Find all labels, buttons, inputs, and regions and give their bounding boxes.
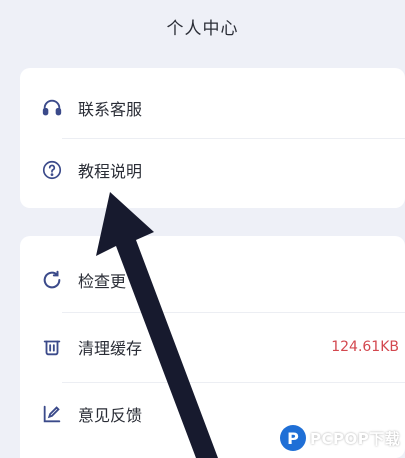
watermark-text: PCPOP下载 xyxy=(310,429,401,448)
menu-item-label: 联系客服 xyxy=(78,100,143,119)
edit-icon xyxy=(40,402,64,426)
question-icon xyxy=(40,158,64,182)
support-card: 联系客服 教程说明 xyxy=(20,68,405,208)
pcpop-logo-icon: P xyxy=(280,425,306,451)
divider xyxy=(62,312,405,313)
menu-item-label: 意见反馈 xyxy=(78,406,143,425)
page-title: 个人中心 xyxy=(166,18,239,39)
page: 个人中心 联系客服 教程说明 检查更 清理缓存 124.61KB 意见反馈 P … xyxy=(0,0,405,458)
trash-icon xyxy=(40,335,64,359)
cache-size: 124.61KB xyxy=(331,339,399,355)
header: 个人中心 xyxy=(0,0,405,52)
menu-item-label: 清理缓存 xyxy=(78,339,143,358)
menu-item-label: 检查更 xyxy=(78,272,127,291)
refresh-icon xyxy=(40,268,64,292)
menu-item-clear-cache[interactable]: 清理缓存 124.61KB xyxy=(20,325,405,369)
watermark: P PCPOP下载 xyxy=(280,418,405,458)
menu-item-check-update[interactable]: 检查更 xyxy=(20,258,405,302)
menu-item-contact-support[interactable]: 联系客服 xyxy=(20,86,405,130)
divider xyxy=(62,382,405,383)
menu-item-tutorial[interactable]: 教程说明 xyxy=(20,148,405,192)
headset-icon xyxy=(40,96,64,120)
menu-item-label: 教程说明 xyxy=(78,162,143,181)
divider xyxy=(62,138,405,139)
